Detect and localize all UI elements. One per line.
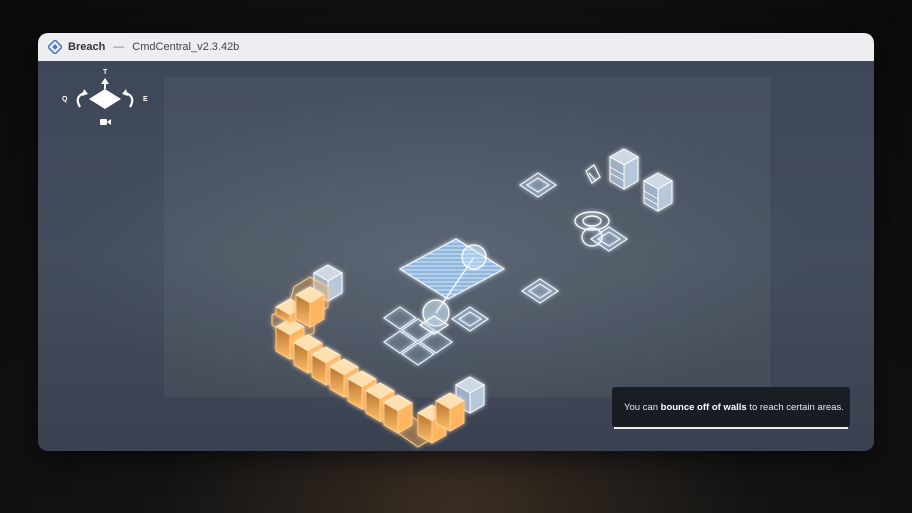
app-name: Breach	[68, 41, 106, 53]
wall-block	[295, 286, 325, 328]
title-separator: —	[113, 41, 125, 53]
camera-controls[interactable]: T Q E	[60, 67, 152, 129]
hint-progress-bar	[614, 427, 848, 429]
hint-emphasis: bounce off of walls	[660, 401, 747, 413]
wall-block	[383, 394, 413, 434]
hint-text: You can bounce off of walls to reach cer…	[624, 401, 844, 413]
file-name: CmdCentral_v2.3.42b	[132, 41, 240, 53]
wall-block	[435, 392, 465, 432]
game-window: Breach — CmdCentral_v2.3.42b T Q E You c…	[38, 33, 874, 451]
rotate-left-icon[interactable]	[76, 89, 88, 108]
app-logo-icon	[48, 40, 62, 54]
stacked-crate	[642, 172, 674, 212]
rotate-left-key: Q	[62, 96, 68, 103]
compass-diamond-icon[interactable]	[89, 78, 121, 109]
rotate-right-icon[interactable]	[122, 89, 134, 108]
camera-icon[interactable]	[100, 119, 111, 125]
game-viewport[interactable]: T Q E You can bounce off of walls to rea…	[38, 61, 874, 451]
title-bar: Breach — CmdCentral_v2.3.42b	[38, 33, 874, 62]
hint-tooltip: You can bounce off of walls to reach cer…	[612, 387, 850, 429]
top-view-key: T	[103, 69, 108, 76]
rotate-right-key: E	[143, 96, 148, 103]
stacked-crate	[608, 148, 640, 190]
